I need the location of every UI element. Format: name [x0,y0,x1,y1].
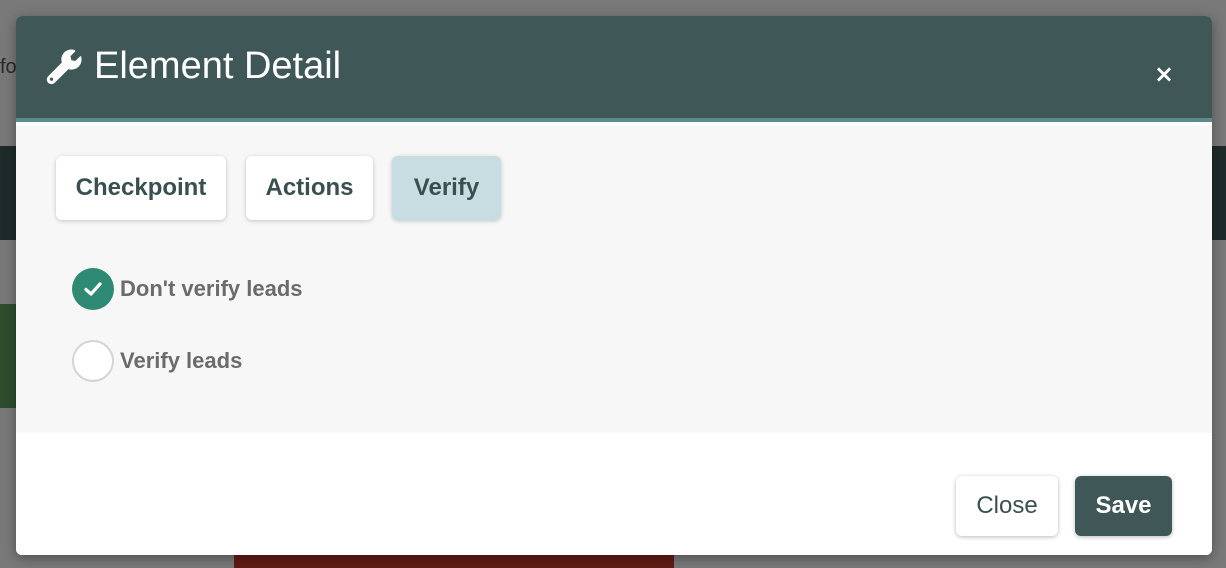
close-icon[interactable]: × [1152,62,1176,86]
wrench-icon [46,49,82,85]
radio-verify-leads[interactable]: Verify leads [72,340,242,382]
modal-body: Checkpoint Actions Verify Don't verify l… [16,126,1212,433]
tab-verify[interactable]: Verify [392,156,501,220]
radio-label: Verify leads [120,348,243,373]
modal-title: Element Detail [94,45,342,87]
modal-footer: Close Save [16,433,1212,555]
tab-checkpoint[interactable]: Checkpoint [56,156,226,220]
checkmark-icon [84,282,102,296]
element-detail-modal: Element Detail × Checkpoint Actions Veri… [16,16,1212,555]
tab-actions[interactable]: Actions [246,156,373,220]
save-button[interactable]: Save [1075,476,1172,536]
radio-dont-verify-leads[interactable]: Don't verify leads [72,268,303,310]
close-button[interactable]: Close [956,476,1058,536]
radio-unchecked-icon[interactable] [72,340,114,382]
radio-checked-icon[interactable] [72,268,114,310]
radio-label: Don't verify leads [120,276,303,301]
modal-header: Element Detail × [16,16,1212,122]
